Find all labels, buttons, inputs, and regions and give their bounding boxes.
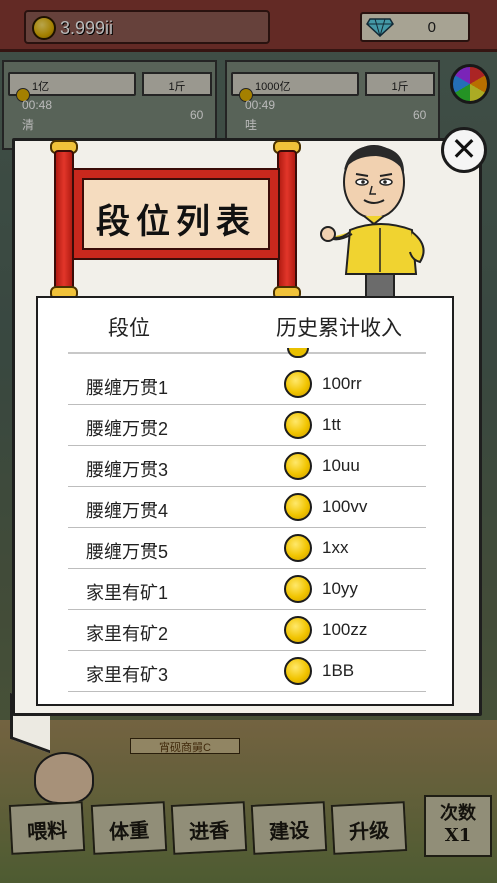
table-row: 腰缠万贯1 100rr	[38, 364, 452, 405]
scroll-roll-right	[277, 150, 297, 290]
modal-title: 段位列表	[82, 178, 270, 250]
coin-icon	[284, 616, 312, 644]
rank-name: 腰缠万贯1	[86, 378, 169, 398]
character-illustration	[320, 145, 425, 297]
income-value: 100zz	[322, 620, 368, 639]
scroll-roll-left	[54, 150, 74, 290]
rank-name: 腰缠万贯2	[86, 419, 169, 439]
income-value: 100rr	[322, 374, 362, 393]
rank-name: 家里有矿2	[86, 624, 169, 644]
table-row: 腰缠万贯5 1xx	[38, 528, 452, 569]
table-row: 家里有矿3 1BB	[38, 651, 452, 692]
income-value: 1xx	[322, 538, 349, 557]
coin-icon	[287, 348, 309, 358]
income-value: 10uu	[322, 456, 360, 475]
coin-icon	[284, 534, 312, 562]
table-row: 腰缠万贯4 100vv	[38, 487, 452, 528]
income-value: 100vv	[322, 497, 368, 516]
header-divider	[68, 352, 426, 354]
coin-icon	[284, 452, 312, 480]
coin-icon	[284, 411, 312, 439]
income-value: 1tt	[322, 415, 341, 434]
income-value: 1BB	[322, 661, 355, 680]
income-value: 10yy	[322, 579, 358, 598]
coin-icon	[284, 370, 312, 398]
rank-name: 腰缠万贯4	[86, 501, 169, 521]
rank-list[interactable]: 段位 历史累计收入 腰缠万贯1 100rr 腰缠万贯2 1tt 腰缠万贯3 10…	[36, 296, 454, 706]
column-header-rank: 段位	[108, 317, 150, 340]
table-row: 家里有矿2 100zz	[38, 610, 452, 651]
coin-icon	[284, 575, 312, 603]
close-button[interactable]: ✕	[441, 127, 487, 173]
rank-name: 腰缠万贯3	[86, 460, 169, 480]
rank-name: 家里有矿1	[86, 583, 169, 603]
coin-icon	[284, 657, 312, 685]
table-row: 腰缠万贯3 10uu	[38, 446, 452, 487]
table-row: 腰缠万贯2 1tt	[38, 405, 452, 446]
coin-icon	[284, 493, 312, 521]
rank-name: 家里有矿3	[86, 665, 169, 685]
table-row: 家里有矿1 10yy	[38, 569, 452, 610]
rank-name: 腰缠万贯5	[86, 542, 169, 562]
title-scroll: 段位列表	[50, 140, 305, 300]
scroll-paper: 段位列表	[72, 168, 280, 260]
column-header-income: 历史累计收入	[276, 317, 402, 340]
row-divider	[68, 691, 426, 692]
